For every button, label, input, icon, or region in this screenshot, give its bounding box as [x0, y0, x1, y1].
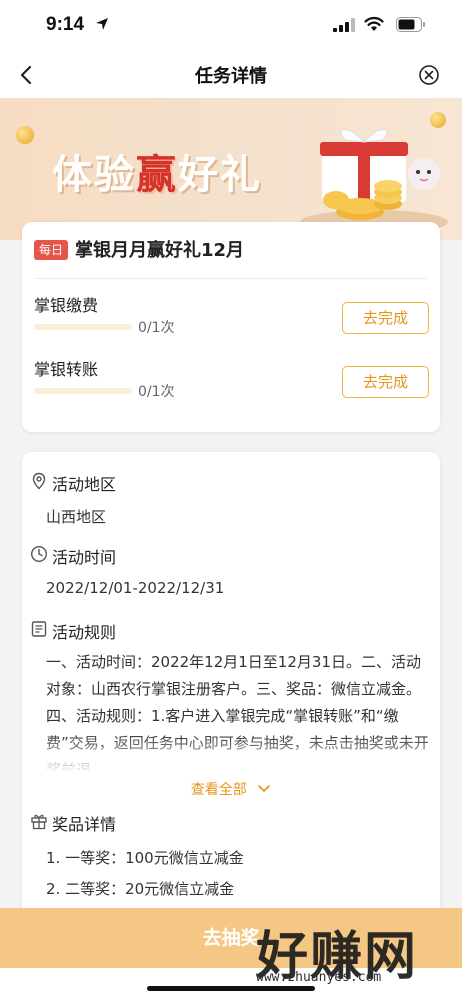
task-card: 每日 掌银月月赢好礼12月 掌银缴费 0/1次 去完成 掌银转账 0/1次 去完… [22, 222, 440, 432]
watermark-url: www.zhuanyes.com [256, 970, 382, 985]
watermark: 好赚网 www.zhuanyes.com [248, 914, 448, 998]
prize-item: 2. 二等奖：20元微信立减金 [46, 880, 235, 898]
task-item-name: 掌银缴费 [34, 296, 99, 315]
activity-info-card: 活动地区 山西地区 活动时间 2022/12/01-2022/12/31 活动规… [22, 452, 440, 922]
gift-box-illustration [300, 129, 448, 234]
navigation-bar: 任务详情 [0, 52, 462, 98]
document-icon [31, 621, 47, 637]
location-arrow-icon [96, 18, 108, 30]
close-icon[interactable] [416, 62, 442, 88]
status-bar: 9:14 [0, 0, 462, 52]
region-value: 山西地区 [46, 508, 107, 526]
task-item-name: 掌银转账 [34, 360, 99, 379]
wifi-icon [364, 16, 384, 31]
rules-fade [22, 734, 440, 774]
complete-button[interactable]: 去完成 [342, 366, 429, 398]
task-title: 掌银月月赢好礼12月 [75, 240, 245, 261]
daily-badge: 每日 [34, 240, 69, 260]
prize-label: 奖品详情 [52, 815, 117, 834]
divider [34, 278, 428, 279]
time-label: 活动时间 [52, 548, 117, 567]
see-all-link[interactable]: 查看全部 [22, 779, 440, 799]
prize-item: 1. 一等奖：100元微信立减金 [46, 849, 244, 867]
banner-title-highlight: 赢 [136, 152, 178, 198]
gift-icon [31, 814, 47, 830]
coin-decoration [16, 126, 34, 144]
battery-icon [396, 17, 425, 32]
chevron-down-icon [258, 785, 271, 793]
region-label: 活动地区 [52, 475, 117, 494]
clock-icon [30, 545, 48, 563]
complete-button[interactable]: 去完成 [342, 302, 429, 334]
cellular-signal-icon [333, 18, 355, 32]
banner-title-part: 好礼 [178, 152, 262, 198]
page-title: 任务详情 [195, 66, 267, 87]
promo-banner: 体验赢好礼 [0, 98, 462, 240]
progress-text: 0/1次 [138, 320, 175, 336]
see-all-label: 查看全部 [190, 782, 247, 798]
progress-bar [34, 388, 132, 394]
status-time: 9:14 [46, 14, 85, 35]
banner-title: 体验赢好礼 [52, 142, 262, 200]
progress-bar [34, 324, 132, 330]
location-pin-icon [32, 472, 46, 490]
time-value: 2022/12/01-2022/12/31 [46, 579, 225, 597]
banner-title-part: 体验 [52, 152, 136, 198]
rules-label: 活动规则 [52, 623, 117, 642]
progress-text: 0/1次 [138, 384, 175, 400]
